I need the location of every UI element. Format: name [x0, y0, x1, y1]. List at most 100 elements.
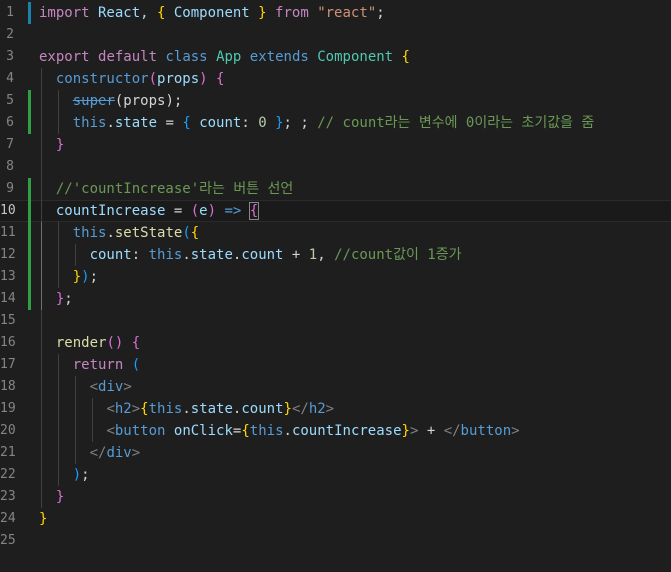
code-token: )	[199, 71, 208, 87]
line-number: 22	[0, 467, 16, 482]
code-token: :	[241, 115, 259, 131]
code-line[interactable]: 5 super(props);	[0, 90, 671, 112]
code-line[interactable]: 24}	[0, 508, 671, 530]
line-code: <h2>{this.state.count}</h2>	[39, 398, 334, 420]
code-token: }	[72, 269, 82, 285]
code-line[interactable]: 10 countIncrease = (e) => {	[0, 200, 671, 222]
code-token: state	[190, 247, 233, 263]
code-line[interactable]: 2	[0, 24, 671, 46]
code-token: </	[443, 423, 461, 439]
line-number: 2	[6, 27, 14, 42]
code-token: React,	[89, 5, 158, 21]
change-indicator[interactable]	[28, 200, 31, 222]
change-indicator[interactable]	[28, 178, 31, 200]
code-line[interactable]: 21 </div>	[0, 442, 671, 464]
change-indicator[interactable]	[28, 244, 31, 266]
code-token: extends	[249, 49, 309, 65]
line-code: import React, { Component } from "react"…	[39, 2, 385, 24]
line-number: 4	[6, 71, 14, 86]
code-token: count	[241, 247, 284, 263]
code-token: 1	[308, 247, 318, 263]
code-line[interactable]: 1 import React, { Component } from "react…	[0, 2, 671, 24]
code-token: >	[131, 445, 141, 461]
code-token: h2	[114, 401, 132, 417]
code-token: ;	[89, 269, 99, 285]
code-token: (props);	[114, 93, 183, 109]
code-token: super	[72, 93, 115, 109]
code-line[interactable]: 16 render() {	[0, 332, 671, 354]
code-line[interactable]: 14 };	[0, 288, 671, 310]
code-line[interactable]: 20 <button onClick={this.countIncrease}>…	[0, 420, 671, 442]
code-token: ;	[64, 291, 73, 307]
line-code: }	[39, 134, 64, 156]
code-line[interactable]: 9 //'countIncrease'라는 버튼 선언	[0, 178, 671, 200]
code-token: }	[39, 511, 48, 527]
code-token: =	[157, 115, 183, 131]
line-number: 15	[0, 313, 16, 328]
code-editor[interactable]: 1 import React, { Component } from "react…	[0, 0, 671, 572]
code-token: import	[39, 5, 90, 21]
code-token: >	[123, 379, 132, 395]
change-indicator[interactable]	[28, 112, 31, 134]
code-token: >	[131, 401, 141, 417]
code-token: h2	[308, 401, 326, 417]
code-token: e	[199, 203, 208, 219]
code-token: from	[275, 5, 309, 21]
line-code: //'countIncrease'라는 버튼 선언	[39, 178, 293, 200]
code-line[interactable]: 22 );	[0, 464, 671, 486]
code-line[interactable]: 4 constructor(props) {	[0, 68, 671, 90]
code-line[interactable]: 17 return (	[0, 354, 671, 376]
code-line[interactable]: 19 <h2>{this.state.count}</h2>	[0, 398, 671, 420]
code-token: setState	[114, 225, 183, 241]
line-number: 7	[6, 137, 14, 152]
code-token: {	[140, 401, 149, 417]
indent-guide	[41, 310, 42, 332]
code-token: div	[98, 379, 124, 395]
code-line[interactable]: 6 this.state = { count: 0 }; ; // count라…	[0, 112, 671, 134]
code-token: countIncrease	[55, 203, 166, 219]
line-number: 21	[0, 445, 16, 460]
code-token: "react"	[317, 5, 377, 21]
code-token: {	[190, 225, 200, 241]
code-line[interactable]: 11 this.setState({	[0, 222, 671, 244]
code-token: )	[72, 467, 82, 483]
code-token: {	[248, 202, 260, 220]
code-token: default	[98, 49, 158, 65]
code-line[interactable]: 8	[0, 156, 671, 178]
code-line[interactable]: 12 count: this.state.count + 1, //count값…	[0, 244, 671, 266]
code-token: state	[190, 401, 233, 417]
line-code: <button onClick={this.countIncrease}> + …	[39, 420, 519, 442]
change-indicator[interactable]	[28, 90, 31, 112]
code-line[interactable]: 13 });	[0, 266, 671, 288]
code-token: =>	[224, 203, 242, 219]
code-line[interactable]: 18 <div>	[0, 376, 671, 398]
line-number: 17	[0, 357, 16, 372]
code-token: countIncrease	[291, 423, 402, 439]
code-token: ;	[376, 5, 385, 21]
code-line[interactable]: 25	[0, 530, 671, 552]
line-code: constructor(props) {	[39, 68, 225, 90]
code-line[interactable]: 23 }	[0, 486, 671, 508]
line-code: <div>	[39, 376, 132, 398]
change-indicator[interactable]	[28, 222, 31, 244]
code-line[interactable]: 15	[0, 310, 671, 332]
change-indicator[interactable]	[28, 2, 31, 24]
code-line[interactable]: 7 }	[0, 134, 671, 156]
line-code: countIncrease = (e) => {	[39, 200, 260, 222]
line-number: 5	[6, 93, 14, 108]
change-indicator[interactable]	[28, 266, 31, 288]
code-token: count	[241, 401, 284, 417]
code-token: this	[148, 247, 183, 263]
code-line[interactable]: 3 export default class App extends Compon…	[0, 46, 671, 68]
code-token: +	[418, 423, 444, 439]
change-indicator[interactable]	[28, 288, 31, 310]
